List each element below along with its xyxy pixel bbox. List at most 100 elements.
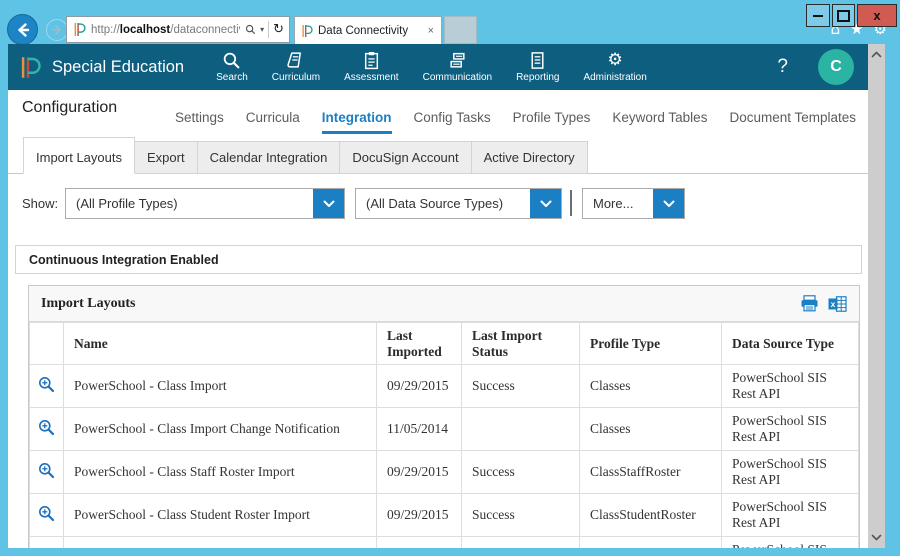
import-layouts-table: Name Last Imported Last Import Status Pr… bbox=[29, 322, 859, 548]
configuration-header: Configuration Settings Curricula Integra… bbox=[8, 90, 868, 134]
subtab-export[interactable]: Export bbox=[135, 141, 198, 174]
print-icon[interactable] bbox=[800, 295, 819, 312]
configuration-tabs: Settings Curricula Integration Config Ta… bbox=[175, 110, 856, 134]
tab-profile-types[interactable]: Profile Types bbox=[513, 110, 591, 134]
forward-button[interactable] bbox=[46, 19, 68, 41]
scroll-up-button[interactable] bbox=[868, 46, 885, 63]
chevron-up-icon bbox=[871, 51, 882, 58]
panel-header: Import Layouts x bbox=[29, 286, 859, 322]
new-tab-button[interactable] bbox=[444, 16, 477, 44]
vertical-scrollbar[interactable] bbox=[868, 44, 885, 548]
nav-label: Assessment bbox=[344, 72, 398, 83]
tab-keyword-tables[interactable]: Keyword Tables bbox=[612, 110, 707, 134]
app-window: Special Education Search Curriculum Asse… bbox=[8, 44, 868, 548]
report-document-icon bbox=[528, 51, 547, 70]
minimize-icon bbox=[813, 15, 823, 17]
profile-type-select[interactable]: (All Profile Types) bbox=[65, 188, 345, 219]
magnifier-plus-icon[interactable] bbox=[38, 419, 55, 436]
tab-integration[interactable]: Integration bbox=[322, 110, 392, 134]
url-prefix: http:// bbox=[91, 24, 120, 36]
table-row: PowerSchool - Class Student Roster Impor… bbox=[30, 494, 859, 537]
svg-text:x: x bbox=[831, 299, 836, 309]
nav-communication[interactable]: Communication bbox=[423, 51, 492, 83]
profile-type-value: (All Profile Types) bbox=[66, 189, 313, 218]
book-icon bbox=[286, 51, 305, 70]
chevron-down-icon bbox=[323, 200, 335, 208]
cell-profile-type bbox=[580, 537, 722, 549]
show-label: Show: bbox=[22, 196, 58, 211]
col-name: Name bbox=[64, 323, 377, 365]
cell-status: Success bbox=[462, 451, 580, 494]
address-bar[interactable]: http://localhost/dataconnectivitylay ▾ ↻ bbox=[66, 16, 290, 43]
refresh-icon[interactable]: ↻ bbox=[273, 23, 284, 36]
url-text: http://localhost/dataconnectivitylay bbox=[91, 24, 240, 36]
col-last-import-status: Last Import Status bbox=[462, 323, 580, 365]
avatar[interactable]: C bbox=[818, 49, 854, 85]
continuous-integration-banner: Continuous Integration Enabled bbox=[15, 245, 862, 274]
back-arrow-icon bbox=[15, 22, 31, 38]
profile-type-dropdown-button[interactable] bbox=[313, 189, 344, 218]
chevron-down-icon bbox=[540, 200, 552, 208]
page-title: Configuration bbox=[22, 99, 117, 117]
table-header-row: Name Last Imported Last Import Status Pr… bbox=[30, 323, 859, 365]
excel-export-icon[interactable]: x bbox=[828, 296, 847, 312]
tab-config-tasks[interactable]: Config Tasks bbox=[414, 110, 491, 134]
help-button[interactable]: ? bbox=[777, 56, 788, 78]
subtab-calendar-integration[interactable]: Calendar Integration bbox=[198, 141, 341, 174]
cell-last-imported: 11/05/2014 bbox=[377, 408, 462, 451]
magnifier-plus-icon[interactable] bbox=[38, 505, 55, 522]
nav-curriculum[interactable]: Curriculum bbox=[272, 51, 320, 83]
magnifier-plus-icon[interactable] bbox=[38, 548, 55, 549]
app-header: Special Education Search Curriculum Asse… bbox=[8, 44, 868, 90]
chevron-down-icon bbox=[871, 534, 882, 541]
more-label: More... bbox=[583, 189, 653, 218]
close-button[interactable]: x bbox=[857, 4, 897, 27]
chevron-down-icon[interactable]: ▾ bbox=[260, 25, 264, 34]
col-last-imported: Last Imported bbox=[377, 323, 462, 365]
maximize-button[interactable] bbox=[832, 4, 855, 27]
search-icon[interactable] bbox=[245, 24, 256, 35]
col-actions bbox=[30, 323, 64, 365]
tab-document-templates[interactable]: Document Templates bbox=[729, 110, 856, 134]
magnifier-plus-icon[interactable] bbox=[38, 462, 55, 479]
cell-name bbox=[64, 537, 377, 549]
nav-reporting[interactable]: Reporting bbox=[516, 51, 559, 83]
app-title: Special Education bbox=[52, 58, 184, 77]
nav-label: Administration bbox=[583, 72, 646, 83]
address-bar-icons: ▾ ↻ bbox=[240, 21, 289, 38]
tab-settings[interactable]: Settings bbox=[175, 110, 224, 134]
forward-arrow-icon bbox=[51, 24, 63, 36]
tab-curricula[interactable]: Curricula bbox=[246, 110, 300, 134]
data-source-type-value: (All Data Source Types) bbox=[356, 189, 530, 218]
subtab-active-directory[interactable]: Active Directory bbox=[472, 141, 588, 174]
nav-assessment[interactable]: Assessment bbox=[344, 51, 398, 83]
subtab-import-layouts[interactable]: Import Layouts bbox=[23, 137, 135, 174]
cell-data-source: PowerSchool SIS Rest API bbox=[722, 365, 859, 408]
subtab-docusign-account[interactable]: DocuSign Account bbox=[340, 141, 471, 174]
nav-search[interactable]: Search bbox=[216, 51, 248, 83]
nav-label: Communication bbox=[423, 72, 492, 83]
cell-data-source: PowerSchool SIS Rest API bbox=[722, 537, 859, 549]
table-row: PowerSchool - Class Staff Roster Import … bbox=[30, 451, 859, 494]
cell-status: Success bbox=[462, 365, 580, 408]
filter-separator bbox=[570, 190, 572, 216]
magnifier-plus-icon[interactable] bbox=[38, 376, 55, 393]
tab-favicon bbox=[301, 24, 313, 38]
browser-tab[interactable]: Data Connectivity × bbox=[294, 16, 442, 44]
data-source-dropdown-button[interactable] bbox=[530, 189, 561, 218]
data-source-type-select[interactable]: (All Data Source Types) bbox=[355, 188, 562, 219]
more-dropdown-button[interactable] bbox=[653, 189, 684, 218]
maximize-icon bbox=[837, 10, 850, 22]
cell-last-imported: 09/29/2015 bbox=[377, 451, 462, 494]
tab-close-icon[interactable]: × bbox=[428, 25, 434, 37]
cell-last-imported: 09/29/2015 bbox=[377, 365, 462, 408]
minimize-button[interactable] bbox=[806, 4, 830, 27]
more-select[interactable]: More... bbox=[582, 188, 685, 219]
cell-last-imported bbox=[377, 537, 462, 549]
back-button[interactable] bbox=[7, 14, 38, 45]
nav-label: Reporting bbox=[516, 72, 559, 83]
import-layouts-panel: Import Layouts x Name Last Imported Last… bbox=[28, 285, 860, 548]
nav-administration[interactable]: ⚙ Administration bbox=[583, 51, 646, 83]
integration-subtabs: Import Layouts Export Calendar Integrati… bbox=[8, 134, 868, 174]
scroll-down-button[interactable] bbox=[868, 529, 885, 546]
